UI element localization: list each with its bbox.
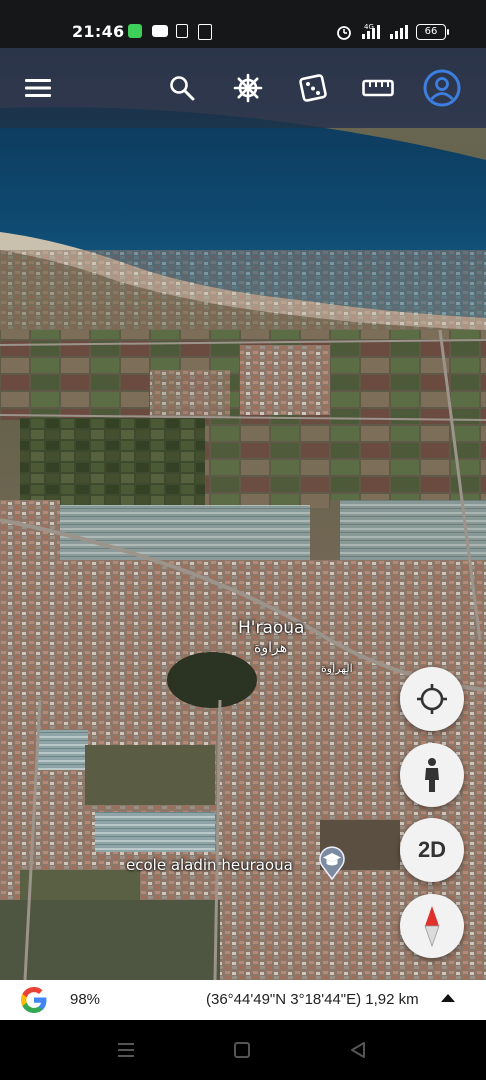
menu-button[interactable] (18, 68, 58, 108)
battery-icon: 66 (416, 24, 449, 40)
4g-signal-icon: 4G (362, 23, 380, 39)
dice-icon (299, 74, 327, 102)
zoom-level: 98% (70, 991, 101, 1008)
school-label[interactable]: ecole aladin heuraoua (126, 856, 293, 874)
info-bar: 98% (36°44'49"N 3°18'44"E) 1,92 km (0, 980, 486, 1020)
voyager-wheel-icon (233, 73, 263, 103)
messaging-icon (128, 24, 142, 38)
compass-icon (424, 906, 440, 948)
status-bar: 21:46 4G 66 (0, 0, 486, 48)
back-icon[interactable] (346, 1038, 370, 1062)
random-place-button[interactable] (293, 68, 333, 108)
graduation-cap-icon[interactable] (318, 846, 346, 880)
place-label-arabic: هراوة (254, 640, 288, 656)
account-icon (423, 69, 461, 107)
google-logo-icon (21, 987, 47, 1013)
measure-button[interactable] (358, 68, 398, 108)
ruler-icon (362, 79, 394, 97)
coordinates-readout[interactable]: (36°44'49"N 3°18'44"E) 1,92 km (206, 991, 419, 1008)
top-toolbar (0, 48, 486, 128)
view-mode-toggle[interactable]: 2D (400, 818, 464, 882)
alarm-icon (337, 26, 351, 40)
search-button[interactable] (162, 68, 202, 108)
place-label[interactable]: H'raoua (238, 618, 304, 638)
menu-icon (25, 79, 51, 97)
search-icon (170, 76, 195, 101)
voyager-button[interactable] (228, 68, 268, 108)
account-button[interactable] (422, 68, 462, 108)
crosshair-icon (417, 684, 447, 714)
recent-apps-icon[interactable] (114, 1038, 138, 1062)
sim-icon (176, 24, 188, 38)
home-icon[interactable] (230, 1038, 254, 1062)
pegman-icon (425, 758, 439, 792)
video-icon (152, 25, 168, 37)
my-location-button[interactable] (400, 667, 464, 731)
signal-icon (390, 25, 408, 39)
system-nav-bar (0, 1020, 486, 1080)
street-view-button[interactable] (400, 743, 464, 807)
caret-up-icon[interactable] (441, 994, 455, 1002)
clipboard-icon (198, 24, 212, 40)
road-label: الهراوة (321, 662, 353, 675)
status-time: 21:46 (72, 22, 125, 41)
compass-button[interactable] (400, 894, 464, 958)
view-mode-label: 2D (417, 837, 447, 862)
